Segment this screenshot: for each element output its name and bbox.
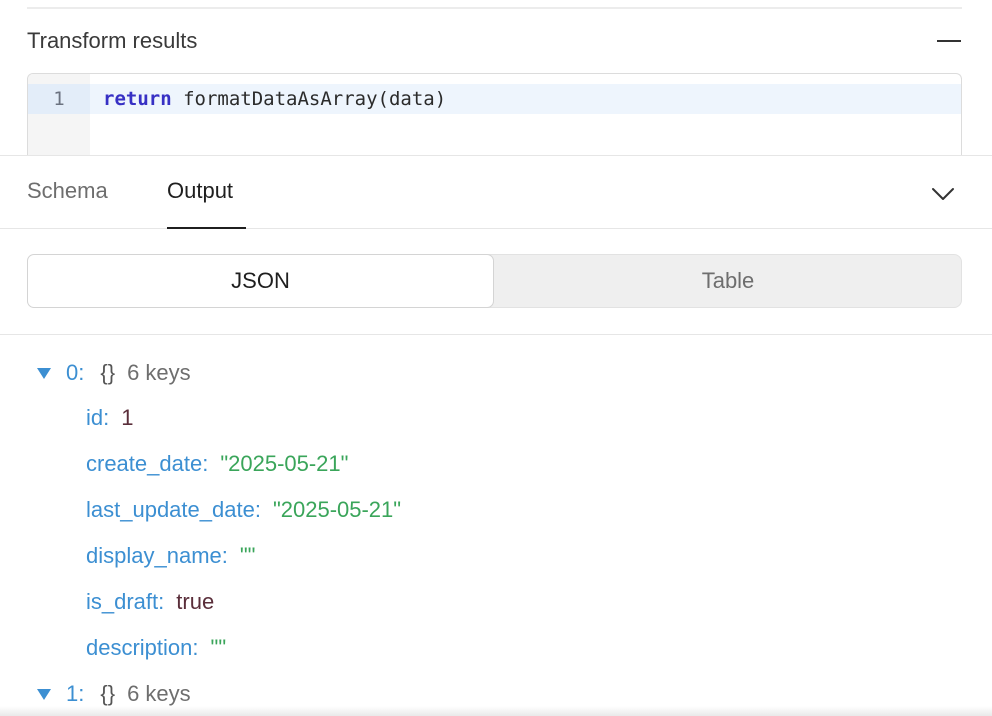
key-count: 6 keys bbox=[127, 681, 191, 706]
tree-field: display_name: "" bbox=[86, 541, 256, 571]
field-key: description: bbox=[86, 635, 199, 660]
field-key: create_date: bbox=[86, 451, 209, 476]
view-toggle: JSON Table bbox=[27, 254, 962, 308]
item-index: 1: bbox=[66, 681, 85, 706]
caret-down-icon[interactable] bbox=[36, 366, 52, 380]
code-line[interactable]: return formatDataAsArray(data) bbox=[90, 84, 961, 114]
field-value: "2025-05-21" bbox=[272, 497, 402, 522]
object-brace: {} bbox=[100, 360, 116, 385]
field-key: last_update_date: bbox=[86, 497, 261, 522]
field-value: "" bbox=[210, 635, 227, 660]
json-tree: 0: {} 6 keys id: 1 create_date: "2025-05… bbox=[0, 335, 992, 716]
tree-field: id: 1 bbox=[86, 403, 134, 433]
tree-field: is_draft: true bbox=[86, 587, 214, 617]
table-view-button[interactable]: Table bbox=[495, 255, 961, 307]
item-index: 0: bbox=[66, 360, 85, 385]
field-value: "2025-05-21" bbox=[220, 451, 349, 476]
line-number: 1 bbox=[28, 84, 90, 114]
tree-item[interactable]: 0: {} 6 keys bbox=[36, 358, 191, 388]
key-count: 6 keys bbox=[127, 360, 191, 385]
field-key: display_name: bbox=[86, 543, 228, 568]
field-key: is_draft: bbox=[86, 589, 165, 614]
code-expression: formatDataAsArray(data) bbox=[171, 88, 447, 110]
collapse-button[interactable] bbox=[936, 28, 962, 54]
transform-results-title: Transform results bbox=[27, 28, 198, 53]
tab-schema[interactable]: Schema bbox=[27, 178, 108, 204]
code-keyword: return bbox=[103, 88, 172, 110]
transform-results-header: Transform results bbox=[27, 26, 962, 56]
tree-field: description: "" bbox=[86, 633, 226, 663]
field-value: "" bbox=[239, 543, 256, 568]
field-value: true bbox=[176, 589, 215, 614]
tab-output[interactable]: Output bbox=[167, 178, 233, 204]
field-value: 1 bbox=[121, 405, 134, 430]
view-toggle-area: JSON Table bbox=[0, 229, 992, 335]
json-view-button[interactable]: JSON bbox=[27, 254, 494, 308]
result-tabs: Schema Output bbox=[0, 155, 992, 229]
tree-field: create_date: "2025-05-21" bbox=[86, 449, 348, 479]
chevron-down-icon[interactable] bbox=[930, 180, 956, 206]
field-key: id: bbox=[86, 405, 110, 430]
tree-item[interactable]: 1: {} 6 keys bbox=[36, 679, 191, 709]
caret-down-icon[interactable] bbox=[36, 687, 52, 701]
bottom-shadow bbox=[0, 706, 992, 716]
object-brace: {} bbox=[100, 681, 116, 706]
tree-field: last_update_date: "2025-05-21" bbox=[86, 495, 401, 525]
top-divider bbox=[27, 7, 962, 9]
code-editor[interactable]: 1 return formatDataAsArray(data) bbox=[27, 73, 962, 163]
minus-icon bbox=[937, 40, 961, 42]
